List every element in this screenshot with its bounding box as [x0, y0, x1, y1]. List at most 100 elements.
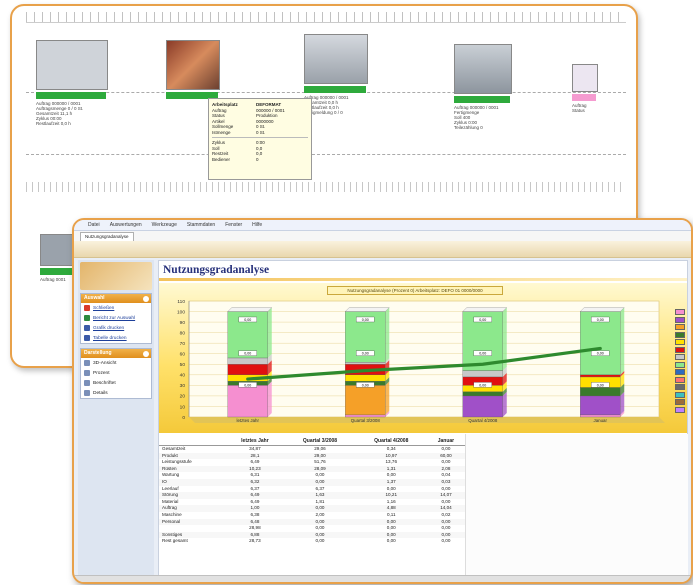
row-label: Leerlauf: [162, 485, 179, 491]
bar-segment[interactable]: [227, 364, 268, 375]
collapse-icon[interactable]: [143, 350, 149, 357]
table-cell: 0,00: [315, 472, 325, 478]
machine-card[interactable]: Auftrag 000000 / 0001 Gesamtzeit 0,0 h R…: [304, 34, 368, 115]
sidebar-item[interactable]: Prozent: [81, 368, 151, 378]
sidebar-item[interactable]: Details: [81, 388, 151, 398]
machine-info: Auftrag 000000 / 0001 Auftragsmenge 0 / …: [36, 101, 84, 126]
machine-info: Auftrag Status: [572, 103, 587, 113]
column-header[interactable]: Quartal 3/2008: [284, 436, 356, 446]
sidebar-item-label: Grafik drucken: [93, 325, 125, 331]
sidebar-item[interactable]: Schließen: [81, 303, 151, 313]
menu-item-datei[interactable]: Datei: [88, 222, 100, 228]
machine-card[interactable]: Auftrag Status: [572, 64, 598, 113]
menu-item-stammdaten[interactable]: Stammdaten: [187, 222, 215, 228]
bar-segment[interactable]: [580, 395, 621, 416]
chart-title: Nutzungsgradanalyse (Prozent 0) Arbeitsp…: [327, 286, 503, 295]
table-cell: 4,88: [355, 505, 427, 512]
sidebar-item[interactable]: Beschriftet: [81, 378, 151, 388]
machine-card[interactable]: Auftrag 000000 / 0001 Fertigmenge Soll 4…: [454, 44, 512, 130]
table-cell: 0,00: [441, 525, 451, 531]
bar-segment[interactable]: [227, 385, 268, 418]
column-header[interactable]: [159, 436, 226, 446]
item-icon: [84, 325, 90, 331]
table-cell: 2,00: [315, 511, 325, 517]
bar-segment[interactable]: [345, 385, 386, 416]
bar-side: [267, 381, 272, 417]
item-icon: [84, 335, 90, 341]
item-icon: [84, 390, 90, 396]
menu-item-fenster[interactable]: Fenster: [225, 222, 242, 228]
y-tick-label: 80: [180, 330, 186, 336]
legend-swatch: [675, 331, 685, 338]
sidebar-item-label: Details: [93, 390, 108, 396]
table-cell: 0,00: [441, 446, 451, 451]
column-header[interactable]: Januar: [426, 436, 465, 446]
table-row: Störung 6,49 1,63 10,21 14,07: [159, 492, 465, 499]
bar-segment[interactable]: [462, 391, 503, 397]
table-cell: 0,00: [284, 478, 356, 486]
table-cell: 0,00: [355, 531, 427, 539]
legend-swatch: [675, 369, 685, 375]
table-cell: 1,63: [284, 492, 356, 499]
machine-card[interactable]: Auftrag 000000 / 0001 Auftragsmenge 0 / …: [36, 40, 108, 126]
sidebar-item[interactable]: 3D-Ansicht: [81, 358, 151, 368]
collapse-icon[interactable]: [143, 295, 149, 302]
menu-item-auswertungen[interactable]: Auswertungen: [110, 222, 142, 228]
row-label: Störung: [159, 492, 226, 499]
panel-header[interactable]: Darstellung: [81, 349, 151, 358]
sidebar-item[interactable]: Tabelle drucken: [81, 333, 151, 343]
sidebar-item[interactable]: Grafik drucken: [81, 323, 151, 333]
sidebar-item[interactable]: Bericht zur Auswahl: [81, 313, 151, 323]
table-cell: 0,00: [284, 505, 356, 512]
table-cell: 0,34: [386, 446, 396, 451]
panel-header[interactable]: Auswahl: [81, 294, 151, 303]
tooltip-key: Bediener: [212, 156, 231, 162]
machine-card[interactable]: [166, 40, 220, 99]
bar-side: [502, 391, 507, 417]
machine-tooltip: Arbeitsplatz DEFORMAT Auftrag 000000 / 0001…: [208, 98, 312, 180]
machine-image: [572, 64, 598, 92]
y-tick-label: 70: [180, 341, 186, 347]
bar-segment[interactable]: [462, 370, 503, 378]
legend-swatch: [675, 346, 685, 353]
bar-segment[interactable]: [462, 395, 503, 418]
row-label: Produkt: [159, 452, 226, 460]
bar-segment[interactable]: [345, 374, 386, 382]
table-cell: 2,08: [426, 465, 465, 473]
table-cell: 10,97: [355, 452, 427, 460]
table-cell: 13,76: [385, 459, 398, 465]
y-tick-label: 10: [180, 404, 186, 410]
bar-segment[interactable]: [227, 357, 268, 365]
panel-title: Auswahl: [84, 295, 105, 301]
menu-item-werkzeuge[interactable]: Werkzeuge: [152, 222, 177, 228]
bar-segment[interactable]: [345, 414, 386, 418]
chart-area: 0 10 20 30 40 50 60 70 80 90 100 110 letztes Jahr 0,0…: [159, 283, 687, 433]
column-header[interactable]: Quartal 4/2008: [355, 436, 427, 446]
tooltip-row: Istmenge 0 St.: [212, 130, 308, 136]
x-tick-label: letztes Jahr: [237, 418, 260, 423]
y-tick-label: 0: [182, 415, 185, 421]
table-row: Material 6,49 1,81 1,16 0,00: [159, 499, 465, 506]
bar-segment[interactable]: [580, 387, 621, 397]
column-header[interactable]: letztes Jahr: [225, 436, 285, 446]
bar-segment[interactable]: [580, 374, 621, 378]
legend-swatch: [675, 384, 685, 390]
table-row: Wartung 6,31 0,00 0,00 0,04: [159, 472, 465, 479]
table-cell: 34,87: [249, 446, 261, 451]
legend-swatch: [675, 316, 685, 323]
tab-nutzungsgradanalyse[interactable]: Nutzungsgradanalyse: [80, 232, 134, 241]
table-cell: 0,00: [386, 525, 396, 531]
table-row: Rüsten 10,23 28,09 1,31 2,08: [159, 465, 465, 473]
bar-segment[interactable]: [345, 362, 386, 365]
table-row: IO 6,32 0,00 1,37 0,03: [159, 478, 465, 486]
table-cell: 0,00: [386, 472, 396, 478]
sidebar-item-label: Bericht zur Auswahl: [93, 315, 136, 321]
chart-legend: [675, 309, 685, 414]
menu-item-hilfe[interactable]: Hilfe: [252, 222, 262, 228]
y-tick-label: 60: [180, 352, 186, 358]
row-label: Wartung: [162, 472, 180, 478]
bar-segment[interactable]: [580, 414, 621, 418]
table-cell: 29,06: [314, 446, 326, 451]
row-label: IO: [159, 478, 226, 486]
table-cell: 6,38: [250, 511, 260, 517]
